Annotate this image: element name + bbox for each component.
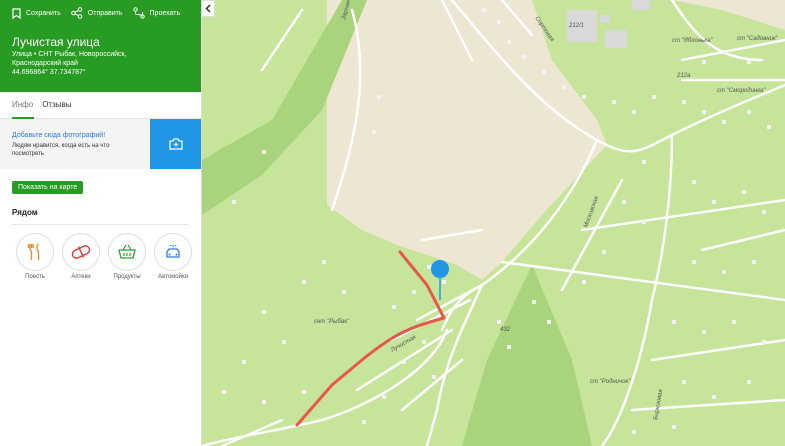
divider <box>12 224 188 225</box>
add-photo-subtext: Людям нравится, когда есть на что посмот… <box>12 143 110 157</box>
save-button[interactable]: Сохранить <box>12 7 61 19</box>
send-label: Отправить <box>87 9 123 17</box>
tab-reviews[interactable]: Отзывы <box>42 92 71 118</box>
label-432: 432 <box>500 327 511 333</box>
route-button[interactable]: Проехать <box>132 7 181 19</box>
nearby-food-label: Поесть <box>25 274 45 280</box>
label-212a: 212а <box>676 73 691 79</box>
tab-bar: Инфо Отзывы <box>0 92 201 119</box>
place-address: Улица • СНТ Рыбак, Новороссийск, Краснод… <box>12 50 192 68</box>
camera-plus-icon <box>168 138 183 150</box>
nearby-grocery-label: Продукты <box>113 274 141 280</box>
collapse-panel-button[interactable] <box>202 0 215 17</box>
nearby-categories: Поесть Аптеки Продукты Автомойки <box>12 233 196 280</box>
app: Сохранить Отправить Проехать Лучистая ул… <box>0 0 785 446</box>
action-bar: Сохранить Отправить Проехать <box>0 0 201 26</box>
label-st-smorodinka: ст "Смородинка" <box>717 88 766 94</box>
bookmark-icon <box>12 7 21 19</box>
save-label: Сохранить <box>26 9 61 17</box>
nearby-grocery-circle <box>108 233 146 271</box>
route-label: Проехать <box>149 9 181 17</box>
send-button[interactable]: Отправить <box>70 7 123 19</box>
address-line-2: Краснодарский край <box>12 60 78 67</box>
nearby-food-circle <box>16 233 54 271</box>
nearby-pharmacy[interactable]: Аптеки <box>58 233 104 280</box>
nearby-title: Рядом <box>12 208 38 217</box>
place-coordinates[interactable]: 44.696864° 37.734787° <box>12 68 86 77</box>
food-icon <box>27 243 40 260</box>
label-st-yablonka: ст "Яблонька" <box>672 38 713 44</box>
chevron-left-icon <box>205 4 211 13</box>
add-photo-link[interactable]: Добавьте сюда фотографий! <box>12 132 105 139</box>
nearby-pharmacy-label: Аптеки <box>71 274 91 280</box>
place-panel: Сохранить Отправить Проехать Лучистая ул… <box>0 0 202 446</box>
label-st-sadovnik: ст "Садовник" <box>737 36 779 42</box>
show-on-map-button[interactable]: Показать на карте <box>12 181 84 194</box>
share-icon <box>70 7 83 19</box>
nearby-grocery[interactable]: Продукты <box>104 233 150 280</box>
car-wash-icon <box>166 245 180 258</box>
label-snt-rybak: снт "Рыбак" <box>314 319 350 325</box>
route-icon <box>132 7 145 19</box>
pharmacy-icon <box>71 245 91 259</box>
add-photo-button[interactable] <box>150 119 201 169</box>
address-line-1: Улица • СНТ Рыбак, Новороссийск, <box>12 51 127 58</box>
nearby-car-wash-circle <box>154 233 192 271</box>
map-canvas[interactable]: снт "Рыбак" ст "Яблонька" ст "Садовник" … <box>202 0 785 446</box>
grocery-icon <box>118 244 136 259</box>
label-212-1: 212/1 <box>568 23 584 29</box>
add-photo-banner: Добавьте сюда фотографий! Людям нравится… <box>0 119 201 169</box>
tab-info[interactable]: Инфо <box>12 92 35 119</box>
nearby-car-wash[interactable]: Автомойки <box>150 233 196 280</box>
place-title: Лучистая улица <box>12 35 100 49</box>
nearby-car-wash-label: Автомойки <box>158 274 188 280</box>
nearby-food[interactable]: Поесть <box>12 233 58 280</box>
label-st-rodnichok: ст "Родничок" <box>590 379 631 385</box>
nearby-pharmacy-circle <box>62 233 100 271</box>
map-view[interactable]: снт "Рыбак" ст "Яблонька" ст "Садовник" … <box>202 0 785 446</box>
place-header: Сохранить Отправить Проехать Лучистая ул… <box>0 0 201 92</box>
